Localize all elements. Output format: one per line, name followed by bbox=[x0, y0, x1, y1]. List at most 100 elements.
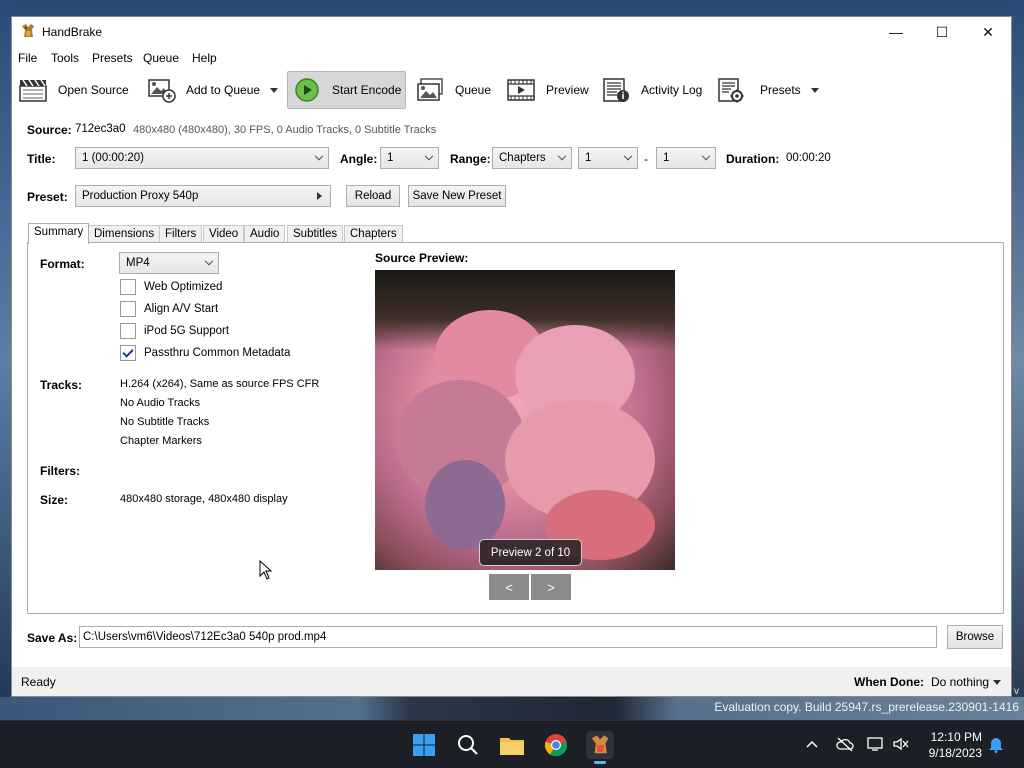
track-line: Chapter Markers bbox=[120, 435, 202, 447]
format-label: Format: bbox=[40, 257, 85, 271]
size-label: Size: bbox=[40, 493, 69, 507]
close-button[interactable]: ✕ bbox=[965, 17, 1011, 47]
system-clock[interactable]: 12:10 PM 9/18/2023 bbox=[918, 729, 982, 761]
add-to-queue-label: Add to Queue bbox=[186, 83, 261, 97]
menu-queue[interactable]: Queue bbox=[143, 51, 179, 65]
watermark-mark: v bbox=[1014, 686, 1019, 697]
chevron-down-icon bbox=[204, 256, 214, 266]
tab-summary[interactable]: Summary bbox=[28, 223, 90, 244]
browse-button[interactable]: Browse bbox=[947, 625, 1003, 649]
range-start-value: 1 bbox=[585, 152, 592, 164]
search-button[interactable] bbox=[454, 731, 482, 759]
minimize-button[interactable]: — bbox=[873, 17, 919, 47]
angle-select-value: 1 bbox=[387, 152, 394, 164]
passthru-metadata-checkbox[interactable] bbox=[120, 345, 136, 361]
chevron-down-icon bbox=[623, 151, 633, 161]
format-select[interactable]: MP4 bbox=[119, 252, 219, 274]
source-preview-heading: Source Preview: bbox=[375, 251, 469, 265]
menu-tools[interactable]: Tools bbox=[51, 51, 79, 65]
file-explorer-button[interactable] bbox=[498, 731, 526, 759]
duration-label: Duration: bbox=[726, 152, 780, 166]
chevron-down-icon bbox=[701, 151, 711, 161]
start-encode-button[interactable]: Start Encode bbox=[287, 71, 406, 109]
menu-help[interactable]: Help bbox=[192, 51, 217, 65]
preset-select[interactable]: Production Proxy 540p bbox=[75, 185, 331, 207]
align-av-start-label: Align A/V Start bbox=[144, 303, 219, 315]
activity-log-button[interactable]: Activity Log bbox=[601, 71, 702, 109]
notification-bell-icon[interactable] bbox=[988, 735, 1004, 753]
range-start-select[interactable]: 1 bbox=[578, 147, 638, 169]
start-button[interactable] bbox=[410, 731, 438, 759]
maximize-button[interactable]: ☐ bbox=[919, 17, 965, 47]
tab-summary-label: Summary bbox=[34, 226, 84, 238]
chevron-up-icon[interactable] bbox=[806, 739, 818, 749]
tab-chapters-label: Chapters bbox=[350, 228, 397, 240]
track-line: H.264 (x264), Same as source FPS CFR bbox=[120, 378, 320, 390]
web-optimized-checkbox[interactable] bbox=[120, 279, 136, 295]
volume-muted-icon[interactable] bbox=[892, 736, 910, 752]
title-select[interactable]: 1 (00:00:20) bbox=[75, 147, 329, 169]
handbrake-app-icon bbox=[591, 735, 609, 754]
tracks-label: Tracks: bbox=[40, 378, 83, 392]
film-preview-icon bbox=[507, 79, 535, 101]
title-bar[interactable]: HandBrake — ☐ ✕ bbox=[12, 17, 1011, 47]
desktop-wallpaper-right bbox=[1012, 0, 1024, 720]
queue-label: Queue bbox=[455, 83, 492, 97]
presets-dropdown-icon[interactable] bbox=[810, 87, 819, 93]
ipod-5g-support-label: iPod 5G Support bbox=[144, 325, 230, 337]
tab-video[interactable]: Video bbox=[203, 225, 245, 243]
tab-dimensions[interactable]: Dimensions bbox=[88, 225, 161, 243]
toolbar: Open Source Add to Queue Start Encode Qu… bbox=[12, 71, 1011, 109]
watermark-text: Evaluation copy. Build 25947.rs_prerelea… bbox=[714, 700, 1019, 714]
handbrake-taskbar-button[interactable] bbox=[586, 731, 614, 764]
clock-date: 9/18/2023 bbox=[928, 746, 982, 760]
add-to-queue-button[interactable]: Add to Queue bbox=[146, 71, 279, 109]
title-label: Title: bbox=[27, 152, 56, 166]
save-new-preset-button[interactable]: Save New Preset bbox=[408, 185, 506, 207]
range-end-select[interactable]: 1 bbox=[656, 147, 716, 169]
source-preview-image bbox=[375, 270, 675, 570]
window-title: HandBrake bbox=[42, 25, 103, 39]
tab-subtitles[interactable]: Subtitles bbox=[287, 225, 344, 243]
tab-chapters[interactable]: Chapters bbox=[344, 225, 403, 243]
when-done-dropdown-icon[interactable] bbox=[993, 680, 1001, 685]
maximize-icon: ☐ bbox=[935, 23, 949, 40]
add-to-queue-dropdown-icon[interactable] bbox=[270, 87, 279, 93]
open-source-button[interactable]: Open Source bbox=[18, 71, 129, 109]
align-av-start-checkbox[interactable] bbox=[120, 301, 136, 317]
reload-button[interactable]: Reload bbox=[346, 185, 400, 207]
preview-button[interactable]: Preview bbox=[506, 71, 589, 109]
tab-audio[interactable]: Audio bbox=[244, 225, 286, 243]
presets-button[interactable]: Presets bbox=[716, 71, 819, 109]
save-as-label: Save As: bbox=[27, 631, 78, 645]
status-bar: Ready When Done: Do nothing bbox=[12, 667, 1011, 696]
source-details: 480x480 (480x480), 30 FPS, 0 Audio Track… bbox=[133, 124, 437, 136]
ipod-5g-support-checkbox[interactable] bbox=[120, 323, 136, 339]
when-done-value[interactable]: Do nothing bbox=[931, 675, 989, 689]
angle-select[interactable]: 1 bbox=[380, 147, 439, 169]
tab-video-label: Video bbox=[209, 228, 239, 240]
filters-label: Filters: bbox=[40, 464, 81, 478]
network-icon[interactable] bbox=[866, 736, 884, 752]
taskbar: 12:10 PM 9/18/2023 bbox=[0, 720, 1024, 768]
chevron-right-icon bbox=[317, 192, 322, 200]
save-as-path-input[interactable] bbox=[79, 626, 937, 648]
menu-presets[interactable]: Presets bbox=[92, 51, 133, 65]
source-name: 712ec3a0 bbox=[75, 123, 126, 135]
range-type-value: Chapters bbox=[499, 152, 546, 164]
previous-preview-button[interactable]: < bbox=[489, 574, 529, 600]
tab-subtitles-label: Subtitles bbox=[293, 228, 338, 240]
chevron-down-icon bbox=[557, 151, 567, 161]
chrome-button[interactable] bbox=[542, 731, 570, 759]
chevron-left-icon: < bbox=[505, 579, 513, 595]
range-type-select[interactable]: Chapters bbox=[492, 147, 572, 169]
queue-button[interactable]: Queue bbox=[415, 71, 491, 109]
menu-file[interactable]: File bbox=[18, 51, 37, 65]
search-icon bbox=[458, 735, 478, 755]
active-app-indicator bbox=[594, 761, 606, 764]
format-select-value: MP4 bbox=[126, 257, 150, 269]
next-preview-button[interactable]: > bbox=[531, 574, 571, 600]
cloud-offline-icon[interactable] bbox=[836, 736, 854, 752]
menu-bar: File Tools Presets Queue Help bbox=[12, 47, 1011, 69]
tab-filters[interactable]: Filters bbox=[159, 225, 203, 243]
